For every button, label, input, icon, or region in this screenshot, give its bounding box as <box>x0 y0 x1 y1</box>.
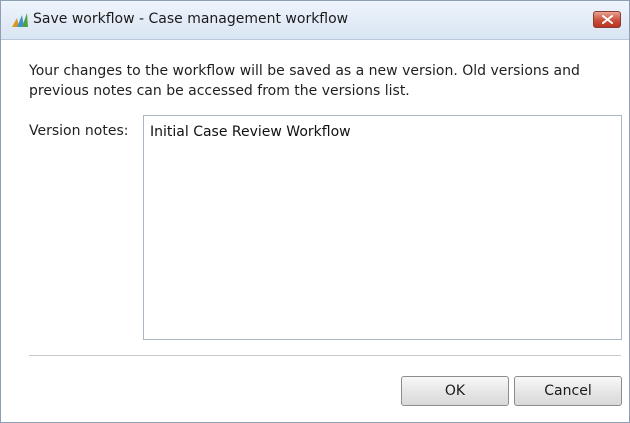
title-bar[interactable]: Save workflow - Case management workflow <box>1 1 629 40</box>
close-icon <box>602 15 613 24</box>
dialog-title: Save workflow - Case management workflow <box>33 11 349 27</box>
version-notes-label: Version notes: <box>29 123 129 139</box>
save-workflow-dialog: Save workflow - Case management workflow… <box>0 0 630 423</box>
crm-logo-icon <box>11 12 29 28</box>
save-message: Your changes to the workflow will be sav… <box>29 63 580 99</box>
close-button[interactable] <box>593 11 621 28</box>
version-notes-field[interactable]: Initial Case Review Workflow <box>143 115 622 340</box>
cancel-button[interactable]: Cancel <box>514 376 622 406</box>
ok-button[interactable]: OK <box>401 376 509 406</box>
separator <box>29 355 621 357</box>
